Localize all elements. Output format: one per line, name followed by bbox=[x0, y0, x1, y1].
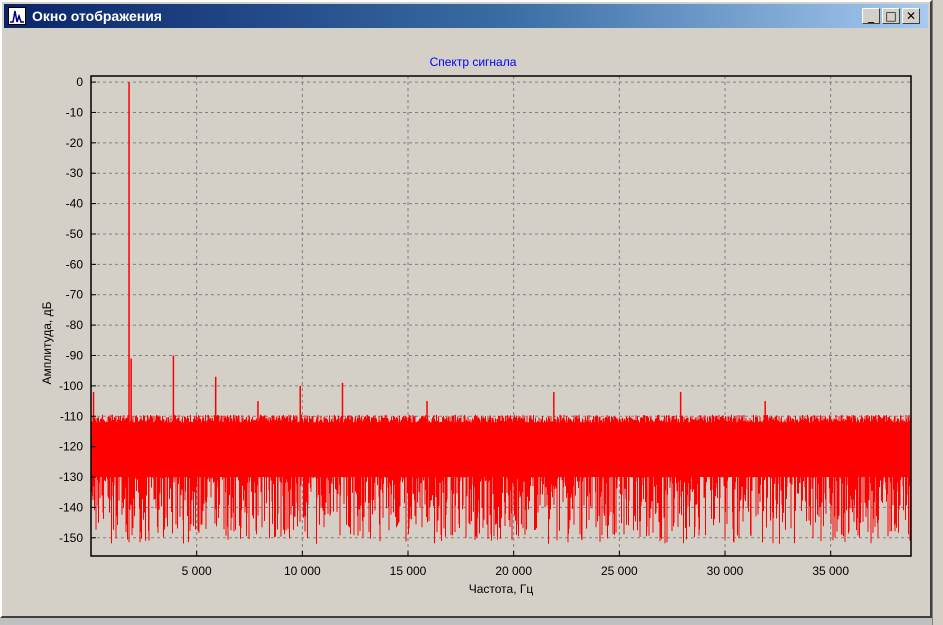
y-tick-label: -110 bbox=[60, 409, 83, 423]
y-tick-label: -70 bbox=[66, 288, 84, 302]
x-tick-label: 5 000 bbox=[182, 564, 212, 578]
y-tick-label: -10 bbox=[66, 105, 84, 119]
y-tick-label: -40 bbox=[66, 197, 84, 211]
close-icon: ✕ bbox=[905, 9, 917, 23]
noise-band bbox=[92, 422, 910, 478]
y-tick-label: -130 bbox=[59, 470, 83, 484]
minimize-button[interactable]: _ bbox=[862, 8, 880, 24]
x-tick-label: 30 000 bbox=[707, 564, 744, 578]
x-axis-ticks: 5 000 10 000 15 000 20 000 25 000 30 000 35 00… bbox=[182, 551, 849, 578]
display-window: Окно отображения _ □ ✕ Спектр сигнала Ам… bbox=[0, 0, 932, 618]
y-tick-label: -80 bbox=[66, 318, 84, 332]
window-title: Окно отображения bbox=[32, 8, 162, 24]
x-tick-label: 25 000 bbox=[601, 564, 638, 578]
y-axis-label: Амплитуда, дБ bbox=[40, 301, 54, 384]
spectrum-icon bbox=[8, 7, 26, 25]
taskbar-strip bbox=[0, 618, 932, 625]
x-tick-label: 20 000 bbox=[495, 564, 532, 578]
y-tick-label: -150 bbox=[59, 531, 83, 545]
close-button[interactable]: ✕ bbox=[902, 8, 920, 24]
y-tick-label: -60 bbox=[66, 257, 84, 271]
title-bar[interactable]: Окно отображения _ □ ✕ bbox=[4, 4, 928, 28]
y-tick-label: -20 bbox=[66, 136, 84, 150]
y-tick-label: -100 bbox=[59, 379, 83, 393]
background-window-edge bbox=[932, 0, 943, 625]
x-tick-label: 15 000 bbox=[390, 564, 427, 578]
maximize-icon: □ bbox=[885, 9, 897, 23]
y-tick-label: -120 bbox=[59, 440, 83, 454]
y-tick-label: 0 bbox=[76, 75, 83, 89]
y-tick-label: -30 bbox=[66, 166, 84, 180]
x-tick-label: 35 000 bbox=[812, 564, 849, 578]
y-tick-label: -140 bbox=[59, 500, 83, 514]
plot-area bbox=[91, 82, 911, 544]
spectrum-chart: Спектр сигнала Амплитуда, дБ Частота, Гц… bbox=[40, 55, 912, 596]
x-axis-label: Частота, Гц bbox=[469, 582, 534, 596]
y-tick-label: -50 bbox=[66, 227, 84, 241]
chart-title: Спектр сигнала bbox=[430, 55, 517, 69]
minimize-icon: _ bbox=[868, 9, 874, 23]
x-tick-label: 10 000 bbox=[284, 564, 321, 578]
y-tick-label: -90 bbox=[66, 348, 84, 362]
maximize-button[interactable]: □ bbox=[882, 8, 900, 24]
